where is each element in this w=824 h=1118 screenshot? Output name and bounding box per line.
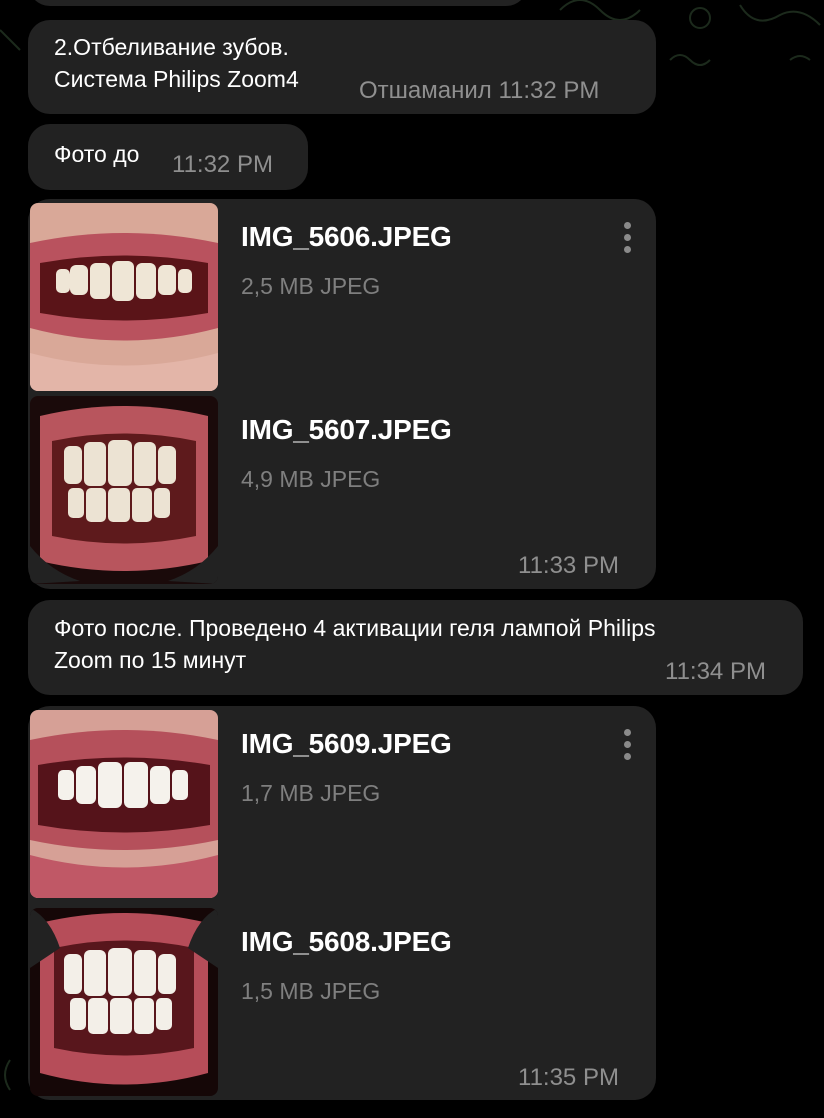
message-time: 11:32 PM [172, 151, 273, 178]
teeth-photo-image [30, 908, 218, 1096]
previous-message-bubble [28, 0, 528, 6]
teeth-photo-image [30, 203, 218, 391]
message-bubble[interactable]: Фото до 11:32 PM [28, 124, 308, 190]
message-time: 11:34 PM [665, 658, 766, 685]
file-size-type: 2,5 MB JPEG [241, 273, 381, 299]
message-text: Фото до [54, 141, 140, 167]
file-size-type: 4,9 MB JPEG [241, 466, 381, 492]
message-text-line: Фото после. Проведено 4 активации геля л… [54, 615, 656, 641]
file-name[interactable]: IMG_5609.JPEG [241, 728, 452, 760]
file-group-bubble: IMG_5609.JPEG 1,7 MB JPEG IMG_5608.JPEG … [28, 706, 656, 1100]
message-text-line: Система Philips Zoom4 [54, 66, 299, 92]
file-thumbnail[interactable] [30, 203, 218, 391]
message-text-line: 2.Отбеливание зубов. [54, 34, 289, 60]
file-name[interactable]: IMG_5607.JPEG [241, 414, 452, 446]
message-author-time: Отшаманил 11:32 PM [359, 77, 600, 104]
teeth-photo-image [30, 396, 218, 584]
file-size-type: 1,5 MB JPEG [241, 978, 381, 1004]
message-bubble[interactable]: 2.Отбеливание зубов. Система Philips Zoo… [28, 20, 656, 114]
more-vertical-icon[interactable] [615, 722, 639, 766]
file-name[interactable]: IMG_5608.JPEG [241, 926, 452, 958]
file-group-bubble: IMG_5606.JPEG 2,5 MB JPEG IMG_5607.JPEG … [28, 199, 656, 589]
file-size-type: 1,7 MB JPEG [241, 780, 381, 806]
message-time: 11:35 PM [518, 1064, 619, 1091]
message-time: 11:33 PM [518, 552, 619, 579]
more-vertical-icon[interactable] [615, 215, 639, 259]
file-thumbnail[interactable] [30, 396, 218, 584]
file-name[interactable]: IMG_5606.JPEG [241, 221, 452, 253]
message-bubble[interactable]: Фото после. Проведено 4 активации геля л… [28, 600, 803, 695]
file-thumbnail[interactable] [30, 908, 218, 1096]
teeth-photo-image [30, 710, 218, 898]
file-thumbnail[interactable] [30, 710, 218, 898]
message-text-line: Zoom по 15 минут [54, 647, 247, 673]
